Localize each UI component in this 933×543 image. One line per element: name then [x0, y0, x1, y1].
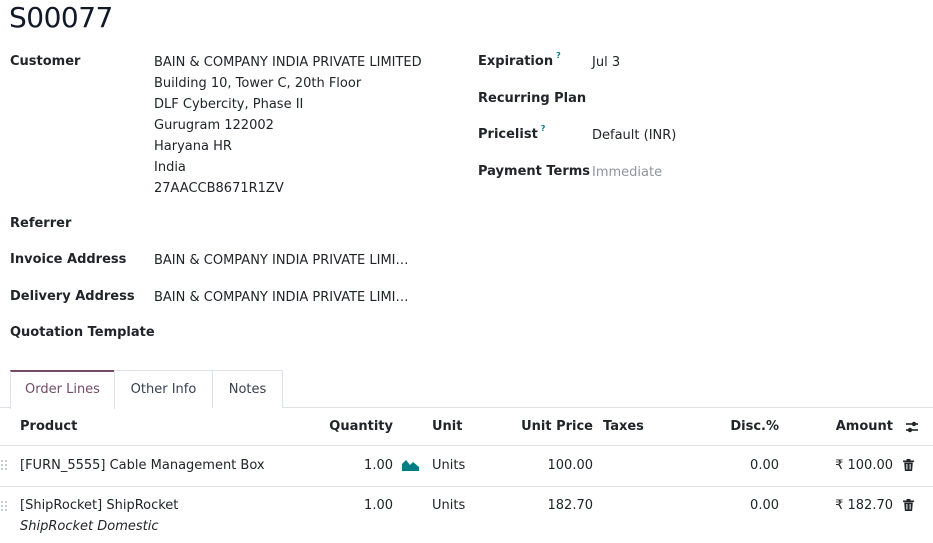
order-lines-header: Product Quantity Unit Unit Price Taxes D… — [0, 408, 933, 446]
customer-address-line: Building 10, Tower C, 20th Floor — [154, 76, 362, 91]
expiration-help-icon[interactable]: ? — [556, 51, 561, 60]
recurring-plan-label: Recurring Plan — [478, 91, 587, 106]
pricelist-label: Pricelist? — [478, 124, 546, 142]
tab-order-lines[interactable]: Order Lines — [10, 370, 115, 409]
column-quantity[interactable]: Quantity — [329, 408, 393, 446]
line-unit-price[interactable]: 100.00 — [548, 458, 594, 473]
line-description[interactable]: ShipRocket Domestic — [20, 519, 159, 534]
forecast-graph-icon[interactable] — [402, 458, 419, 475]
delivery-address-field[interactable]: BAIN & COMPANY INDIA PRIVATE LIMI… — [154, 290, 409, 305]
column-product[interactable]: Product — [20, 408, 77, 446]
customer-address-line: Gurugram 122002 — [154, 118, 274, 133]
delivery-address-label: Delivery Address — [10, 289, 135, 304]
line-unit-price[interactable]: 182.70 — [548, 498, 594, 513]
column-unit-price[interactable]: Unit Price — [521, 408, 593, 446]
expiration-field[interactable]: Jul 3 — [592, 55, 620, 70]
line-product[interactable]: [FURN_5555] Cable Management Box — [20, 458, 265, 473]
recurring-plan-field[interactable] — [592, 91, 792, 109]
tab-other-info[interactable]: Other Info — [114, 370, 213, 408]
quotation-template-label: Quotation Template — [10, 325, 155, 340]
optional-columns-toggle-icon[interactable] — [905, 420, 919, 434]
customer-address-line: India — [154, 160, 186, 175]
drag-handle-icon[interactable] — [1, 460, 7, 472]
column-unit[interactable]: Unit — [432, 408, 462, 446]
line-quantity[interactable]: 1.00 — [364, 458, 393, 473]
line-discount[interactable]: 0.00 — [750, 498, 779, 513]
customer-address-line: DLF Cybercity, Phase II — [154, 97, 304, 112]
tab-notes[interactable]: Notes — [212, 370, 283, 408]
record-title: S00077 — [9, 1, 113, 34]
line-amount: ₹ 100.00 — [835, 458, 893, 473]
line-discount[interactable]: 0.00 — [750, 458, 779, 473]
table-row[interactable]: [ShipRocket] ShipRocket ShipRocket Domes… — [0, 487, 933, 543]
column-amount[interactable]: Amount — [836, 408, 893, 446]
expiration-label-text: Expiration — [478, 54, 554, 69]
customer-field[interactable]: BAIN & COMPANY INDIA PRIVATE LIMITED Bui… — [154, 52, 422, 199]
trash-icon[interactable] — [903, 459, 914, 475]
pricelist-label-text: Pricelist — [478, 127, 538, 142]
expiration-label: Expiration? — [478, 51, 561, 69]
referrer-label: Referrer — [10, 216, 72, 231]
pricelist-field[interactable]: Default (INR) — [592, 128, 676, 143]
referrer-field[interactable] — [154, 216, 404, 234]
sale-order-form: S00077 Customer BAIN & COMPANY INDIA PRI… — [0, 0, 933, 543]
line-quantity[interactable]: 1.00 — [364, 498, 393, 513]
customer-vat: 27AACCB8671R1ZV — [154, 181, 284, 196]
line-product[interactable]: [ShipRocket] ShipRocket — [20, 498, 178, 513]
column-taxes[interactable]: Taxes — [603, 408, 644, 446]
invoice-address-label: Invoice Address — [10, 252, 127, 267]
customer-address-line: BAIN & COMPANY INDIA PRIVATE LIMITED — [154, 55, 422, 70]
column-discount[interactable]: Disc.% — [730, 408, 779, 446]
trash-icon[interactable] — [903, 499, 914, 515]
table-row[interactable]: [FURN_5555] Cable Management Box 1.00 Un… — [0, 446, 933, 487]
pricelist-help-icon[interactable]: ? — [541, 124, 546, 133]
drag-handle-icon[interactable] — [1, 501, 7, 513]
line-unit[interactable]: Units — [432, 498, 465, 513]
quotation-template-field[interactable] — [154, 325, 404, 343]
invoice-address-field[interactable]: BAIN & COMPANY INDIA PRIVATE LIMI… — [154, 253, 409, 268]
notebook-tabs: Order Lines Other Info Notes — [0, 370, 933, 409]
customer-label: Customer — [10, 54, 81, 69]
line-unit[interactable]: Units — [432, 458, 465, 473]
line-amount: ₹ 182.70 — [835, 498, 893, 513]
payment-terms-label: Payment Terms — [478, 164, 591, 179]
customer-address-line: Haryana HR — [154, 139, 232, 154]
payment-terms-field[interactable]: Immediate — [592, 165, 662, 180]
